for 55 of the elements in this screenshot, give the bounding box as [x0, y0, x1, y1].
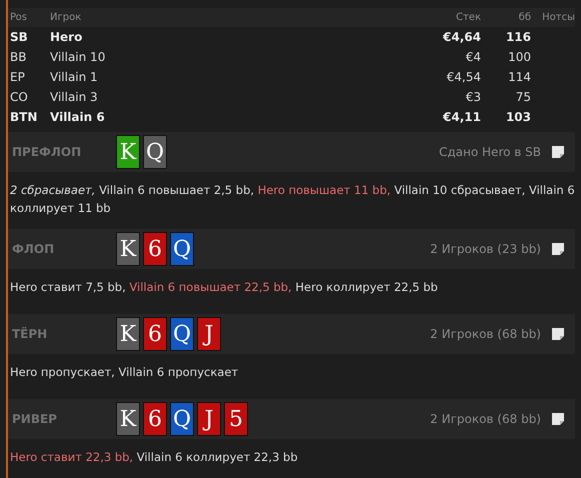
note-icon[interactable] — [551, 412, 565, 426]
column-header: Pos — [10, 12, 28, 23]
playing-card: K — [116, 232, 140, 266]
playing-card: 6 — [143, 232, 167, 266]
playing-card: 6 — [143, 402, 167, 436]
table-cell-text: 114 — [507, 70, 531, 84]
table-cell-text: CO — [10, 90, 29, 104]
note-icon[interactable] — [551, 145, 565, 159]
note-icon[interactable] — [551, 327, 565, 341]
table-cell-text: 116 — [504, 30, 531, 44]
table-cell-text: BTN — [10, 110, 38, 124]
street-info: 2 Игроков (23 bb) — [430, 242, 541, 256]
playing-card: K — [116, 135, 140, 169]
table-cell-text: €4,11 — [442, 110, 481, 124]
table-cell-text: Villain 6 — [50, 110, 106, 124]
playing-card: K — [116, 402, 140, 436]
table-cell-text: 75 — [514, 90, 531, 104]
playing-card: 5 — [224, 402, 248, 436]
table-cell-text: €4,54 — [446, 70, 481, 84]
table-cell-text: BB — [10, 50, 28, 64]
playing-card: Q — [143, 135, 167, 169]
table-cell-text: Villain 3 — [50, 90, 99, 104]
column-header: Игрок — [50, 12, 82, 23]
street-name: ФЛОП — [12, 242, 56, 256]
street-name: ПРЕФЛОП — [12, 145, 82, 159]
street-info: Сдано Hero в SB — [439, 145, 541, 159]
table-cell-text: EP — [10, 70, 26, 84]
column-header: бб — [518, 12, 531, 23]
table-cell-text: Villain 1 — [50, 70, 99, 84]
street-name: ТЁРН — [12, 327, 48, 341]
table-cell-text: SB — [10, 30, 29, 44]
playing-card: Q — [170, 317, 194, 351]
action-text: 2 сбрасывает, Villain 6 повышает 2,5 bb, Hero повышает 11 bb, Villain 10 сбрасывает, Villain 6 коллирует 11 bb — [9, 182, 575, 217]
column-header: Стек — [455, 12, 481, 23]
street-info: 2 Игроков (68 bb) — [430, 327, 541, 341]
table-cell-text: €4,64 — [442, 30, 481, 44]
action-text: Hero пропускает, Villain 6 пропускает — [9, 364, 240, 381]
table-cell-text: €4 — [464, 50, 481, 64]
playing-card: J — [197, 402, 221, 436]
playing-card: K — [116, 317, 140, 351]
table-cell-text: Villain 10 — [50, 50, 106, 64]
street-name: РИВЕР — [12, 412, 58, 426]
playing-card: J — [197, 317, 221, 351]
playing-card: Q — [170, 402, 194, 436]
table-cell-text: €3 — [464, 90, 481, 104]
street-info: 2 Игроков (68 bb) — [430, 412, 541, 426]
table-cell-text: 100 — [507, 50, 531, 64]
table-cell-text: 103 — [504, 110, 531, 124]
note-icon[interactable] — [551, 242, 565, 256]
column-header: Нотсы — [541, 12, 575, 23]
playing-card: Q — [170, 232, 194, 266]
playing-card: 6 — [143, 317, 167, 351]
action-text: Hero ставит 7,5 bb, Villain 6 повышает 22,5 bb, Hero коллирует 22,5 bb — [9, 279, 439, 296]
table-cell-text: Hero — [50, 30, 84, 44]
action-text: Hero ставит 22,3 bb, Villain 6 коллирует 22,3 bb — [9, 449, 299, 466]
